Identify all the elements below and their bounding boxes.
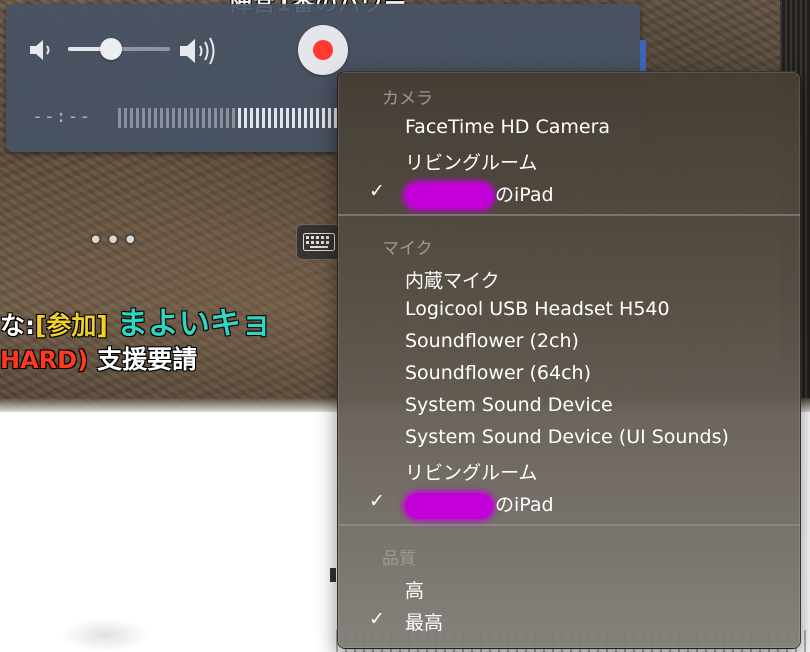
redaction-mark <box>405 182 493 209</box>
menu-item-label: 最高 <box>405 608 443 635</box>
menu-item-text: のiPad <box>495 184 554 206</box>
menu-item[interactable]: Soundflower (64ch) <box>338 360 800 390</box>
volume-knob[interactable] <box>99 38 122 60</box>
menu-item-label: リビングルーム <box>405 458 537 485</box>
menu-item-label: Soundflower (64ch) <box>405 362 591 384</box>
audio-level-meter <box>118 108 340 128</box>
menu-item-label: Soundflower (2ch) <box>405 330 579 352</box>
record-icon <box>313 40 333 60</box>
checkmark-icon: ✓ <box>369 180 385 202</box>
menu-item-text: リビングルーム <box>405 462 538 484</box>
menu-item[interactable]: ✓ のiPad <box>338 488 800 519</box>
menu-item-text: リビングルーム <box>405 152 538 174</box>
menu-item[interactable]: ✓ 最高 <box>338 606 800 636</box>
menu-separator <box>338 524 800 526</box>
volume-slider[interactable] <box>68 38 170 60</box>
menu-section-header: 品質 <box>382 549 416 569</box>
menu-item-label: Logicool USB Headset H540 <box>405 298 670 320</box>
menu-item[interactable]: リビングルーム <box>338 456 800 486</box>
more-dots-icon: ••• <box>88 226 141 256</box>
menu-item-text: System Sound Device <box>405 394 613 416</box>
menu-item-label: のiPad <box>405 180 554 209</box>
menu-section-header: マイク <box>382 239 433 259</box>
menu-item[interactable]: Logicool USB Headset H540 <box>338 296 800 326</box>
chat-line: HARD) 支援要請 <box>0 340 197 376</box>
menu-separator <box>338 214 800 216</box>
chat-difficulty: HARD) <box>0 346 89 374</box>
elapsed-time: --:-- <box>32 106 92 127</box>
menu-item-text: Soundflower (64ch) <box>405 362 591 384</box>
menu-item-label: 高 <box>405 576 424 603</box>
volume-low-icon[interactable] <box>28 38 58 66</box>
chat-message: 支援要請 <box>97 345 198 374</box>
menu-item-text: Logicool USB Headset H540 <box>405 298 670 320</box>
menu-item-label: リビングルーム <box>405 148 537 175</box>
menu-item[interactable]: 内蔵マイク <box>338 264 800 294</box>
menu-item-text: 内蔵マイク <box>405 270 500 292</box>
menu-item-text: Soundflower (2ch) <box>405 330 579 352</box>
background-smudge <box>60 618 150 652</box>
menu-item-text: System Sound Device (UI Sounds) <box>405 426 729 448</box>
menu-item[interactable]: Soundflower (2ch) <box>338 328 800 358</box>
menu-item-label: のiPad <box>405 490 554 519</box>
checkmark-icon: ✓ <box>369 490 385 512</box>
menu-item[interactable]: FaceTime HD Camera <box>338 114 800 144</box>
menu-item-label: System Sound Device (UI Sounds) <box>405 426 729 448</box>
chat-line: な:[参加] まよいキョ <box>0 298 272 343</box>
keyboard-icon <box>296 224 342 260</box>
chat-tag: [参加] <box>35 311 108 340</box>
menu-item-label: System Sound Device <box>405 394 613 416</box>
checkmark-icon: ✓ <box>369 608 385 630</box>
menu-item[interactable]: System Sound Device (UI Sounds) <box>338 424 800 454</box>
chat-prefix: な: <box>0 311 35 340</box>
menu-item-label: 内蔵マイク <box>405 266 500 293</box>
record-button[interactable] <box>298 25 348 75</box>
redaction-mark <box>405 492 493 519</box>
hud-accent <box>640 40 646 74</box>
options-menu: カメラ FaceTime HD Camera リビングルーム ✓ のiPad マイク内蔵マ… <box>337 71 801 649</box>
menu-item-label: FaceTime HD Camera <box>405 116 610 138</box>
menu-item[interactable]: 高 <box>338 574 800 604</box>
menu-item-text: FaceTime HD Camera <box>405 116 611 138</box>
chat-username: まよいキョ <box>116 306 272 342</box>
menu-section-header: カメラ <box>382 89 433 109</box>
menu-item[interactable]: リビングルーム <box>338 146 800 176</box>
audio-level-peak <box>238 108 340 128</box>
menu-item-text: 高 <box>405 580 425 602</box>
menu-item[interactable]: System Sound Device <box>338 392 800 422</box>
menu-item-text: のiPad <box>495 494 554 516</box>
menu-item-text: 最高 <box>405 612 444 634</box>
volume-high-icon[interactable] <box>178 36 226 70</box>
document-glyph <box>330 568 336 582</box>
menu-item[interactable]: ✓ のiPad <box>338 178 800 209</box>
